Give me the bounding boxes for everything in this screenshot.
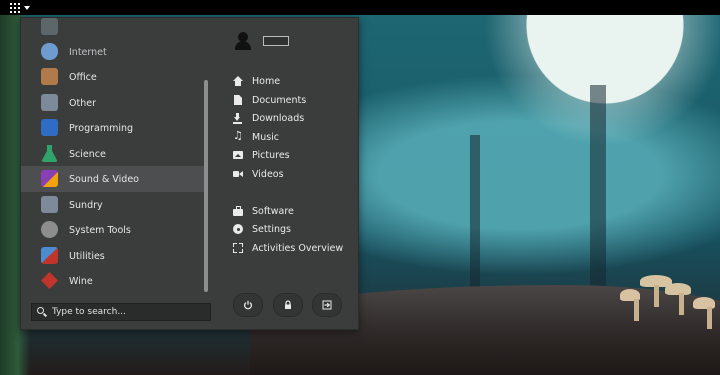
avatar [235, 32, 251, 50]
wine-icon [41, 272, 58, 289]
category-item-internet[interactable]: Internet [21, 39, 204, 65]
picture-icon [233, 150, 243, 160]
search-input[interactable]: Type to search... [31, 303, 211, 321]
search-icon [36, 306, 48, 318]
programming-icon [41, 119, 58, 136]
category-item-sundry[interactable]: Sundry [21, 192, 204, 218]
system-activities-overview[interactable]: Activities Overview [233, 240, 343, 256]
flask-icon [41, 145, 58, 162]
category-list: Internet Office Other Programming Scienc… [21, 18, 206, 298]
logout-button[interactable] [312, 293, 342, 317]
partial-item-icon [41, 18, 58, 35]
user-name-box [263, 36, 289, 46]
chevron-down-icon [24, 5, 30, 10]
download-icon [233, 113, 243, 124]
place-videos[interactable]: Videos [233, 166, 284, 182]
power-button[interactable] [233, 293, 263, 317]
system-software[interactable]: Software [233, 203, 294, 219]
applications-menu-button[interactable] [10, 2, 30, 13]
music-icon: ♫ [233, 129, 243, 142]
gear-icon [41, 196, 58, 213]
category-scrollbar[interactable] [204, 80, 208, 292]
system-settings[interactable]: Settings [233, 221, 291, 237]
cloud-icon [41, 43, 58, 60]
top-bar [0, 0, 720, 15]
category-item-programming[interactable]: Programming [21, 115, 204, 141]
category-item-utilities[interactable]: Utilities [21, 243, 204, 269]
gear-icon [41, 94, 58, 111]
category-item-partial[interactable] [21, 18, 204, 40]
search-placeholder: Type to search... [52, 307, 126, 317]
category-item-science[interactable]: Science [21, 141, 204, 167]
logout-icon [322, 300, 332, 310]
video-icon [233, 169, 243, 179]
music-video-icon [41, 170, 58, 187]
apps-grid-icon [10, 2, 20, 13]
lock-icon [285, 300, 291, 309]
settings-icon [233, 224, 243, 234]
place-music[interactable]: ♫ Music [233, 129, 279, 145]
place-pictures[interactable]: Pictures [233, 147, 290, 163]
place-documents[interactable]: Documents [233, 92, 306, 108]
category-item-office[interactable]: Office [21, 64, 204, 90]
place-downloads[interactable]: Downloads [233, 110, 304, 126]
category-item-sound-video[interactable]: Sound & Video [21, 166, 204, 192]
category-item-system-tools[interactable]: System Tools [21, 217, 204, 243]
place-home[interactable]: Home [233, 73, 280, 89]
gear-icon [41, 221, 58, 238]
application-menu: Internet Office Other Programming Scienc… [20, 17, 359, 330]
office-icon [41, 68, 58, 85]
activities-icon [233, 243, 243, 253]
software-icon [233, 206, 243, 216]
category-item-other[interactable]: Other [21, 90, 204, 116]
utilities-icon [41, 247, 58, 264]
power-icon [243, 300, 253, 310]
category-item-wine[interactable]: Wine [21, 268, 204, 294]
home-icon [233, 76, 243, 86]
user-section[interactable] [233, 32, 293, 52]
lock-button[interactable] [273, 293, 303, 317]
document-icon [233, 95, 243, 105]
